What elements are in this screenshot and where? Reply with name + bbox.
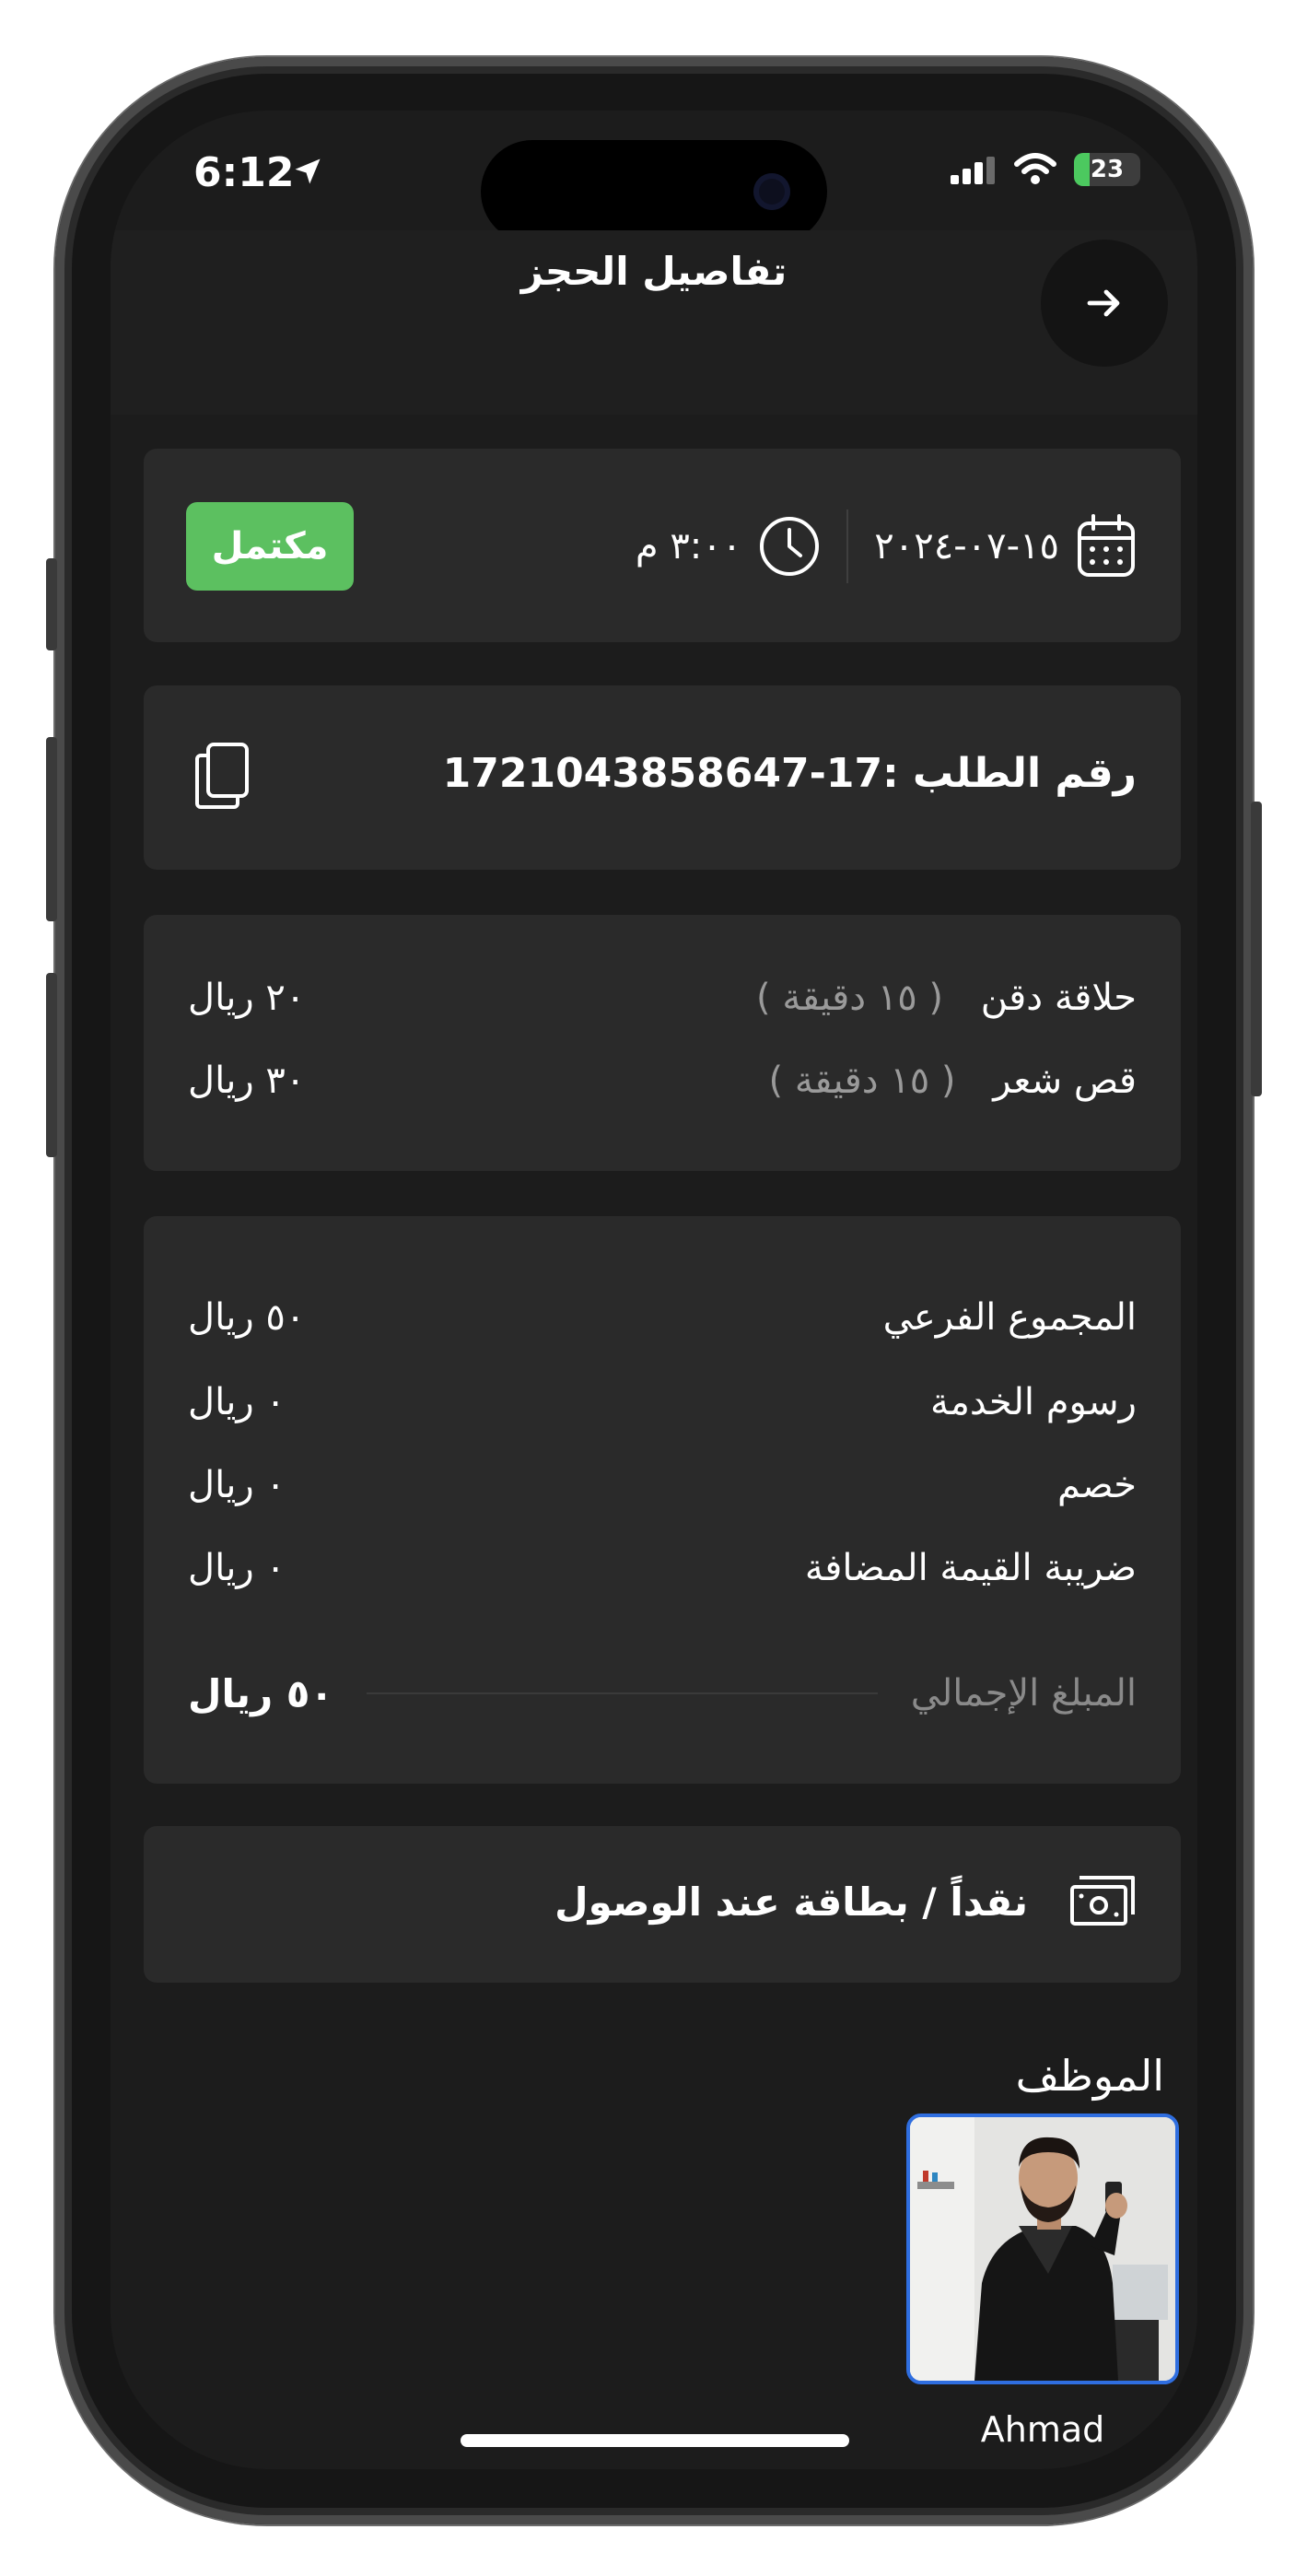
copy-icon[interactable] <box>193 741 251 811</box>
summary-row-discount: خصم ٠ ريال <box>188 1458 1137 1513</box>
battery-percent: 23 <box>1090 156 1125 183</box>
service-row: قص شعر ( ١٥ دقيقة ) ٣٠ ريال <box>188 1053 1137 1108</box>
volume-up-button <box>46 737 57 921</box>
booking-time: ٣:٠٠ م <box>635 525 742 568</box>
summary-label: ضريبة القيمة المضافة <box>804 1547 1137 1589</box>
volume-down-button <box>46 973 57 1157</box>
status-time: 6:12 <box>193 149 295 196</box>
summary-value: ٠ ريال <box>188 1381 286 1423</box>
service-name: حلاقة دقن <box>980 977 1137 1019</box>
status-badge: مكتمل <box>186 502 354 591</box>
app-screen: 6:12 23 تفاصيل الحجز مكتمل ١٥-٠٧-٢٠٢٤ ٣:… <box>111 111 1197 2469</box>
summary-label: المجموع الفرعي <box>882 1296 1137 1339</box>
back-button[interactable] <box>1041 240 1168 367</box>
summary-row-service-fee: رسوم الخدمة ٠ ريال <box>188 1375 1137 1430</box>
service-price: ٢٠ ريال <box>188 977 306 1019</box>
summary-row-vat: ضريبة القيمة المضافة ٠ ريال <box>188 1540 1137 1596</box>
employee-section-title: الموظف <box>1015 2051 1164 2101</box>
summary-label: خصم <box>1056 1464 1137 1506</box>
service-price: ٣٠ ريال <box>188 1060 306 1102</box>
cash-icon <box>1070 1876 1135 1926</box>
order-number-card: رقم الطلب :17-1721043858647 <box>144 685 1181 870</box>
employee-photo <box>910 2117 1175 2381</box>
payment-summary-card: المجموع الفرعي ٥٠ ريال رسوم الخدمة ٠ ريا… <box>144 1216 1181 1784</box>
clock-icon <box>760 517 820 576</box>
employee-card[interactable] <box>906 2113 1179 2384</box>
summary-value: ٠ ريال <box>188 1464 286 1506</box>
battery-icon: 23 <box>1074 153 1140 186</box>
service-item: قص شعر ( ١٥ دقيقة ) <box>769 1060 1137 1102</box>
total-label: المبلغ الإجمالي <box>910 1672 1137 1715</box>
arrow-right-icon <box>1087 289 1120 317</box>
action-button <box>46 558 57 650</box>
order-number: رقم الطلب :17-1721043858647 <box>442 750 1137 797</box>
total-value: ٥٠ ريال <box>188 1670 334 1716</box>
summary-value: ٠ ريال <box>188 1547 286 1589</box>
service-duration: ( ١٥ دقيقة ) <box>756 977 944 1019</box>
calendar-icon <box>1078 514 1135 577</box>
summary-row-subtotal: المجموع الفرعي ٥٠ ريال <box>188 1290 1137 1345</box>
signal-icon <box>951 157 995 184</box>
service-item: حلاقة دقن ( ١٥ دقيقة ) <box>756 977 1137 1019</box>
service-row: حلاقة دقن ( ١٥ دقيقة ) ٢٠ ريال <box>188 970 1137 1025</box>
payment-method-card: نقداً / بطاقة عند الوصول <box>144 1826 1181 1983</box>
employee-name: Ahmad <box>980 2409 1105 2450</box>
dynamic-island <box>481 140 827 243</box>
home-indicator[interactable] <box>461 2434 849 2447</box>
booking-date: ١٥-٠٧-٢٠٢٤ <box>874 525 1059 568</box>
summary-label: رسوم الخدمة <box>930 1381 1137 1423</box>
booking-info-card: مكتمل ١٥-٠٧-٢٠٢٤ ٣:٠٠ م <box>144 449 1181 642</box>
page-title: تفاصيل الحجز <box>520 249 788 294</box>
status-bar: 6:12 23 <box>111 111 1197 243</box>
service-name: قص شعر <box>993 1060 1137 1102</box>
divider <box>846 509 849 583</box>
camera-icon <box>753 173 790 210</box>
date-time-group: ١٥-٠٧-٢٠٢٤ ٣:٠٠ م <box>636 509 1137 583</box>
payment-method: نقداً / بطاقة عند الوصول <box>554 1879 1028 1925</box>
power-button <box>1251 802 1262 1096</box>
wifi-icon <box>1014 153 1056 184</box>
summary-value: ٥٠ ريال <box>188 1296 306 1339</box>
services-card: حلاقة دقن ( ١٥ دقيقة ) ٢٠ ريال قص شعر ( … <box>144 915 1181 1171</box>
location-arrow-icon <box>295 158 321 184</box>
total-divider <box>367 1692 878 1694</box>
summary-row-total: المبلغ الإجمالي ٥٠ ريال <box>188 1666 1137 1721</box>
service-duration: ( ١٥ دقيقة ) <box>768 1060 956 1102</box>
